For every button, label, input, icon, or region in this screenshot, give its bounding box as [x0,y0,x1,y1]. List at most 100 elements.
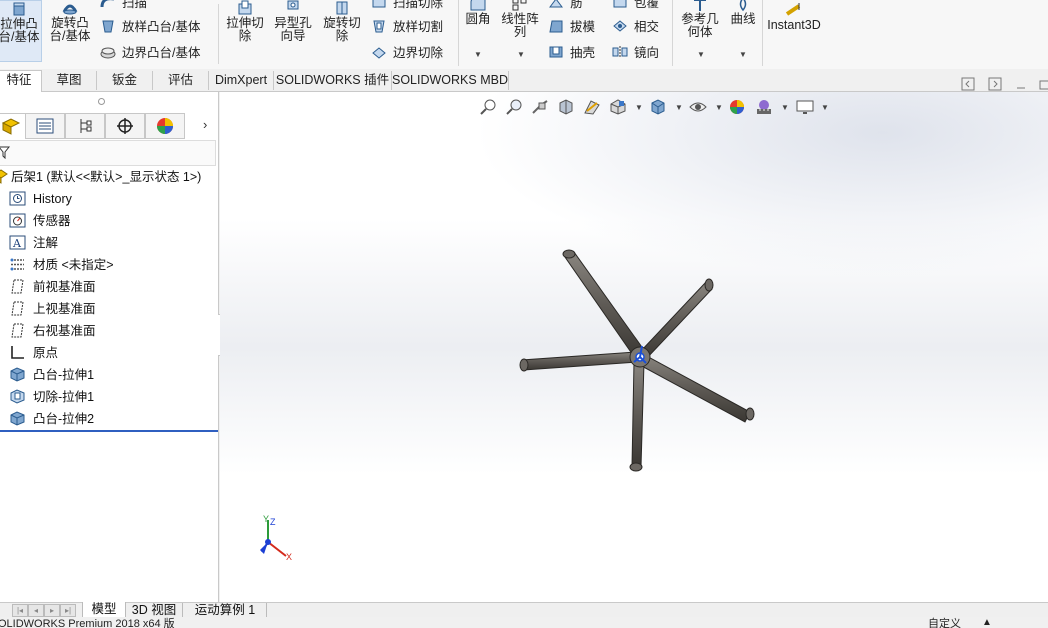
linear-pattern-button[interactable]: 线性阵 列 [500,0,540,39]
model-foot [704,278,714,292]
tree-root[interactable]: 后架1 (默认<<默认>_显示状态 1>) [0,167,201,187]
hole-wizard-button[interactable]: 异型孔 向导 [271,0,315,43]
property-manager-icon [36,118,54,134]
tile-right-icon[interactable] [988,77,1002,91]
intersect-button[interactable]: 相交 [612,18,659,36]
hide-show-dropdown-icon[interactable]: ▼ [715,103,723,112]
tree-item[interactable]: 材质 <未指定> [9,255,114,275]
revolve-boss-button[interactable]: 旋转凸 台/基体 [47,0,93,43]
units-selector[interactable]: 自定义 [928,617,961,628]
tab-3d-views[interactable]: 3D 视图 [126,603,183,617]
pattern-dropdown-icon[interactable]: ▼ [517,50,525,59]
view-orientation-icon[interactable] [609,99,627,115]
configuration-manager-tab[interactable] [65,113,105,139]
tree-item-label: 凸台-拉伸2 [33,412,95,426]
ref-geometry-dropdown-icon[interactable]: ▼ [697,50,705,59]
tree-item[interactable]: A 注解 [9,233,58,253]
zoom-to-area-icon[interactable] [505,99,523,115]
draft-button[interactable]: 拔模 [548,18,595,36]
dynamic-annotation-icon[interactable] [583,99,601,115]
tree-item[interactable]: 前视基准面 [9,277,96,297]
filter-bar[interactable] [0,140,216,166]
tree-item[interactable]: 传感器 [9,211,71,231]
tree-item[interactable]: History [9,189,72,209]
tab-evaluate[interactable]: 评估 [153,71,209,90]
reference-geometry-button[interactable]: 参考几 何体 [678,0,722,39]
tab-model[interactable]: 模型 [82,602,126,618]
loft-boss-button[interactable]: 放样凸台/基体 [100,18,200,36]
panel-expand-icon[interactable]: › [203,117,207,132]
boundary-boss-button[interactable]: 边界凸台/基体 [100,44,200,62]
tree-item[interactable]: 上视基准面 [9,299,96,319]
restore-icon[interactable] [1038,77,1048,91]
model-foot [519,358,529,372]
view-orientation-dropdown-icon[interactable]: ▼ [635,103,643,112]
loft-cut-icon [373,20,385,33]
tree-item[interactable]: 凸台-拉伸1 [9,365,94,385]
zoom-to-fit-icon[interactable] [479,99,497,115]
display-style-dropdown-icon[interactable]: ▼ [675,103,683,112]
rib-label: 筋 [570,0,583,10]
revolve-cut-button[interactable]: 旋转切 除 [320,0,364,43]
property-manager-tab[interactable] [25,113,65,139]
rollback-bar[interactable] [0,430,218,432]
apply-scene-icon[interactable] [755,99,773,115]
view-settings-dropdown-icon[interactable]: ▼ [821,103,829,112]
last-tab-icon[interactable]: ▸| [60,604,76,617]
tab-addins[interactable]: SOLIDWORKS 插件 [274,71,392,90]
prev-tab-icon[interactable]: ◂ [28,604,44,617]
triad-z-label: Z [270,517,276,527]
loft-cut-button[interactable]: 放样切割 [371,18,443,36]
sweep-button[interactable]: 扫描 [100,0,147,12]
tab-features[interactable]: 特征 [0,70,42,92]
hide-show-items-icon[interactable] [689,99,707,115]
rib-icon [549,0,563,8]
cut-extrude-icon [9,389,26,404]
tab-sketch[interactable]: 草图 [42,71,97,90]
curves-dropdown-icon[interactable]: ▼ [739,50,747,59]
tree-item[interactable]: 原点 [9,343,58,363]
extrude-cut-button[interactable]: 拉伸切 除 [223,0,267,43]
draft-icon [549,20,563,33]
tab-dimxpert[interactable]: DimXpert [209,71,274,90]
next-tab-icon[interactable]: ▸ [44,604,60,617]
curves-button[interactable]: 曲线 [726,0,760,26]
panel-grip-icon[interactable] [98,98,105,105]
display-manager-tab[interactable] [145,113,185,139]
tree-item[interactable]: 切除-拉伸1 [9,387,94,407]
fillet-button[interactable]: 圆角 [462,0,494,26]
tab-mbd[interactable]: SOLIDWORKS MBD [392,71,509,90]
crosshair-icon [117,118,133,134]
sweep-label: 扫描 [122,0,148,10]
edit-appearance-icon[interactable] [729,99,747,115]
minimize-icon[interactable] [1014,77,1028,91]
tab-motion-study[interactable]: 运动算例 1 [184,603,267,617]
tree-item[interactable]: 凸台-拉伸2 [9,409,94,429]
first-tab-icon[interactable]: |◂ [12,604,28,617]
instant3d-button[interactable]: Instant3D [766,2,822,32]
tree-item[interactable]: 右视基准面 [9,321,96,341]
section-view-icon[interactable] [557,99,575,115]
wrap-button[interactable]: 包覆 [612,0,659,12]
dimxpert-manager-tab[interactable] [105,113,145,139]
boundary-cut-label: 边界切除 [393,46,444,60]
sweep-cut-button[interactable]: 扫描切除 [371,0,443,12]
revolve-boss-label: 旋转凸 台/基体 [49,16,91,43]
apply-scene-dropdown-icon[interactable]: ▼ [781,103,789,112]
display-style-icon[interactable] [649,99,667,115]
boundary-cut-button[interactable]: 边界切除 [371,44,443,62]
rib-button[interactable]: 筋 [548,0,583,12]
previous-view-icon[interactable] [531,99,549,115]
view-settings-icon[interactable] [796,99,814,115]
five-star-base-model[interactable] [510,242,770,482]
extrude-boss-button[interactable]: 拉伸凸 台/基体 [0,0,42,62]
mirror-button[interactable]: 镜向 [612,44,659,62]
graphics-area[interactable]: ▼ ▼ ▼ ▼ ▼ X Y Z [220,92,1048,602]
tab-sheet-metal[interactable]: 钣金 [97,71,153,90]
units-dropdown-icon[interactable]: ▲ [982,617,992,628]
shell-button[interactable]: 抽壳 [548,44,595,62]
tree-item-label: 传感器 [33,214,71,228]
model-arm [631,361,645,468]
fillet-dropdown-icon[interactable]: ▼ [474,50,482,59]
tile-left-icon[interactable] [961,77,975,91]
